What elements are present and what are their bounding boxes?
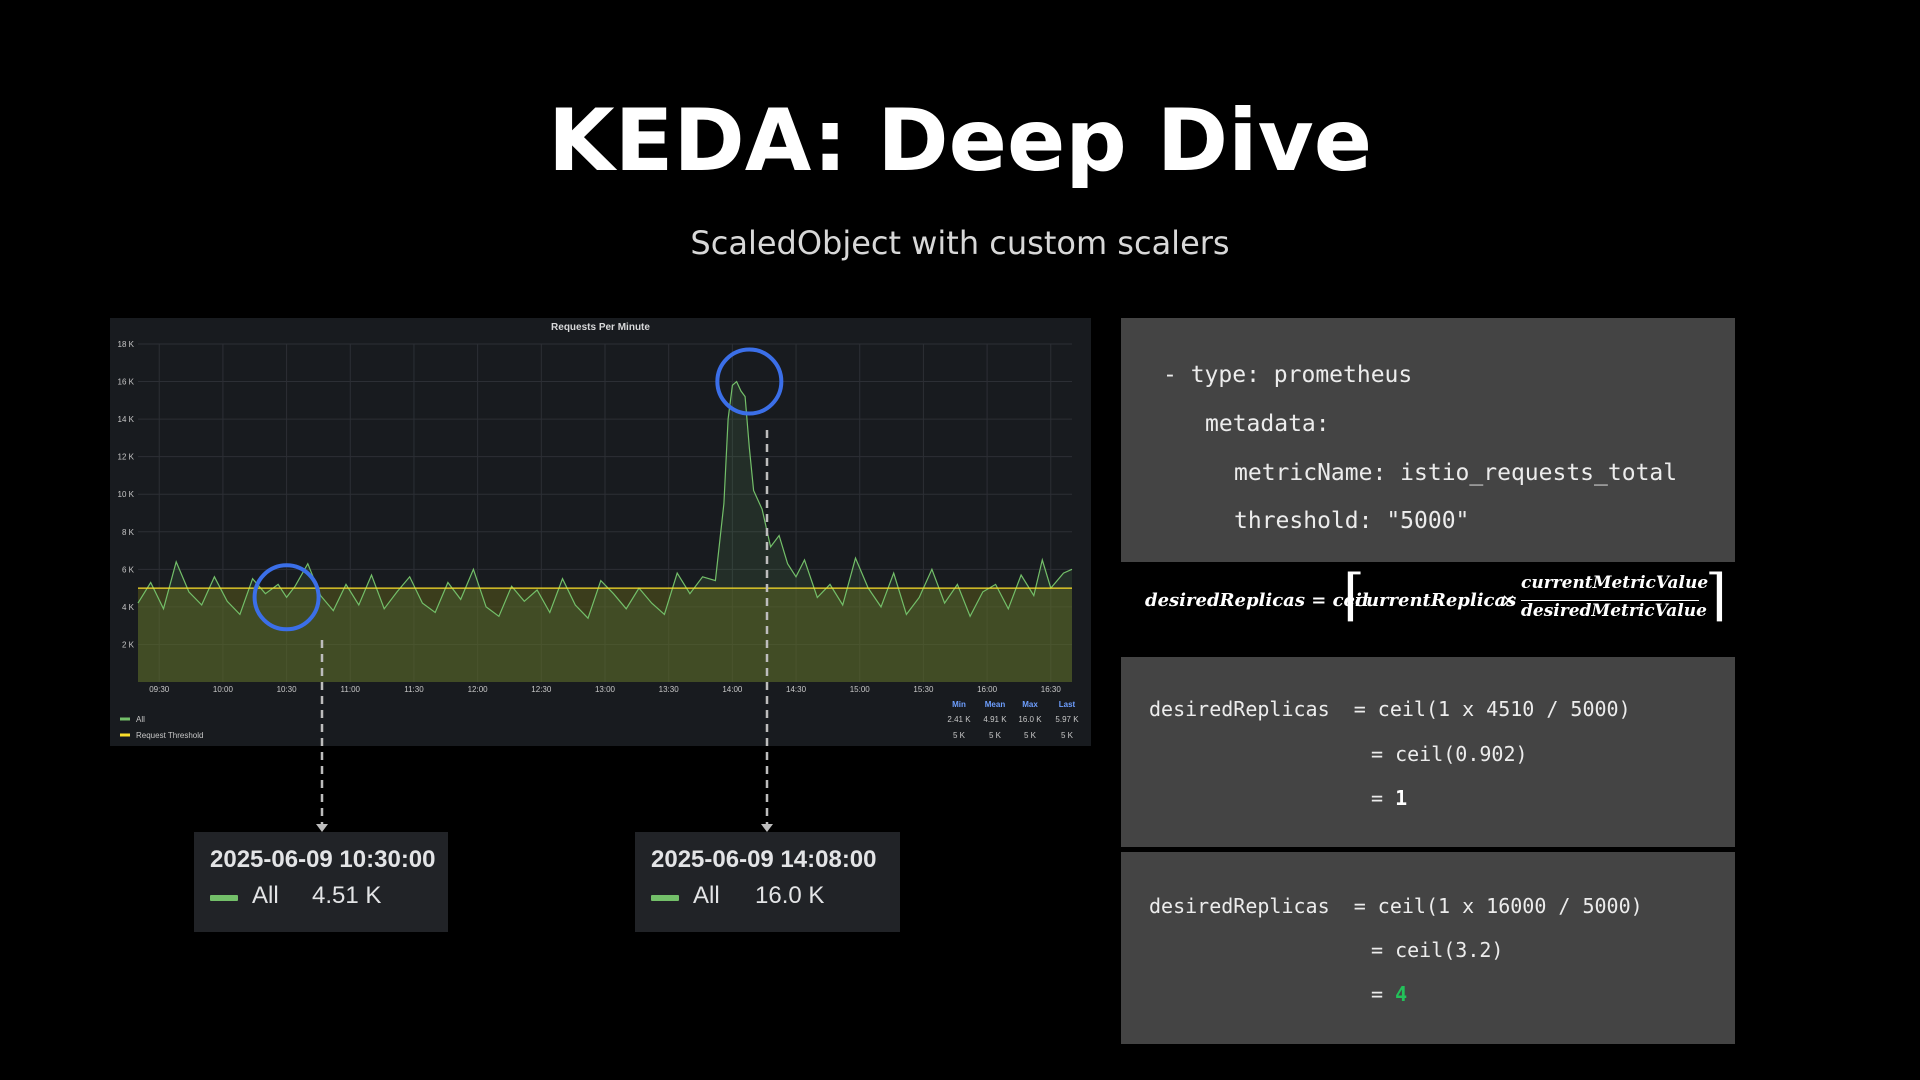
calc-block-high: desiredReplicas = ceil(1 x 16000 / 5000)… <box>1121 852 1735 1044</box>
x-tick-label: 10:00 <box>213 685 234 694</box>
y-tick-label: 10 K <box>118 490 135 499</box>
tooltip-series-name: All <box>693 882 720 909</box>
chart-panel: Requests Per Minute 2 K 4 K 6 K 8 K 10 K 12 K 1… <box>110 318 1091 746</box>
x-tick-label: 12:00 <box>468 685 489 694</box>
scaling-formula: desiredReplicas = ceil ⌈ currentReplicas… <box>1121 566 1735 638</box>
yaml-line-metricname: metricName: istio_requests_total <box>1234 460 1678 486</box>
calc-line-2: = ceil(0.902) <box>1371 742 1528 766</box>
yaml-line-type: - type: prometheus <box>1163 362 1413 388</box>
slide-subtitle: ScaledObject with custom scalers <box>690 224 1230 262</box>
legend-label-threshold: Request Threshold <box>136 731 203 740</box>
x-tick-label: 11:00 <box>341 685 361 694</box>
x-tick-label: 09:30 <box>149 685 170 694</box>
calc-result: 4 <box>1395 982 1408 1006</box>
legend-stat-value: 5 K <box>953 731 966 740</box>
connector-arrow-2 <box>761 824 773 832</box>
legend-stat-value: 5 K <box>1024 731 1037 740</box>
x-tick-label: 14:00 <box>722 685 743 694</box>
calc-eq: = <box>1371 982 1396 1006</box>
tooltip-timestamp: 2025-06-09 14:08:00 <box>651 846 877 873</box>
tooltip-1408: 2025-06-09 14:08:00 All 16.0 K <box>635 832 900 932</box>
x-tick-label: 10:30 <box>277 685 298 694</box>
x-tick-label: 16:30 <box>1041 685 1062 694</box>
calc-result: 1 <box>1395 786 1408 810</box>
formula-numerator: currentMetricValue <box>1521 573 1709 593</box>
legend-stat-value: 2.41 K <box>947 715 971 724</box>
legend-stat-value: 5 K <box>989 731 1002 740</box>
x-tick-label: 11:30 <box>404 685 424 694</box>
legend-stat-value: 5 K <box>1061 731 1074 740</box>
yaml-code-block: - type: prometheus metadata: metricName:… <box>1121 318 1735 562</box>
x-tick-label: 15:00 <box>850 685 871 694</box>
tooltip-1030: 2025-06-09 10:30:00 All 4.51 K <box>194 832 448 932</box>
calc-line-2: = ceil(3.2) <box>1371 938 1504 962</box>
calc-block-low: desiredReplicas = ceil(1 x 4510 / 5000) … <box>1121 657 1735 847</box>
yaml-line-metadata: metadata: <box>1205 411 1330 437</box>
y-tick-label: 18 K <box>118 340 135 349</box>
series-swatch <box>210 895 238 901</box>
legend-stat-header: Mean <box>985 700 1006 709</box>
connector-arrow-1 <box>316 824 328 832</box>
x-tick-label: 12:30 <box>531 685 552 694</box>
legend-stat-value: 16.0 K <box>1018 715 1042 724</box>
series-swatch <box>651 895 679 901</box>
y-tick-label: 12 K <box>118 453 135 462</box>
legend-stat-header: Max <box>1022 700 1038 709</box>
x-tick-label: 13:00 <box>595 685 616 694</box>
y-tick-label: 16 K <box>118 378 135 387</box>
tooltip-value: 4.51 K <box>312 882 382 909</box>
calc-line-1: desiredReplicas = ceil(1 x 4510 / 5000) <box>1149 697 1631 721</box>
legend-stat-header: Last <box>1059 700 1076 709</box>
calc-line-1: desiredReplicas = ceil(1 x 16000 / 5000) <box>1149 894 1643 918</box>
formula-lhs: desiredReplicas = ceil <box>1145 590 1369 611</box>
chart-title: Requests Per Minute <box>551 322 650 333</box>
calc-line-3: = 1 <box>1371 786 1407 810</box>
tooltip-value: 16.0 K <box>755 882 825 909</box>
legend-label-all: All <box>136 715 145 724</box>
formula-times: × <box>1501 590 1517 611</box>
y-tick-label: 6 K <box>122 565 135 574</box>
tooltip-timestamp: 2025-06-09 10:30:00 <box>210 846 436 873</box>
right-ceil-bracket: ⌉ <box>1705 563 1727 628</box>
formula-current-replicas: currentReplicas <box>1355 590 1517 611</box>
calc-eq: = <box>1371 786 1396 810</box>
tooltip-series-name: All <box>252 882 279 909</box>
x-tick-label: 14:30 <box>786 685 807 694</box>
y-tick-label: 8 K <box>122 528 135 537</box>
y-tick-label: 2 K <box>122 640 135 649</box>
formula-denominator: desiredMetricValue <box>1521 601 1707 621</box>
x-tick-label: 16:00 <box>977 685 998 694</box>
legend-stat-value: 5.97 K <box>1055 715 1079 724</box>
x-tick-label: 15:30 <box>913 685 934 694</box>
legend-stat-header: Min <box>952 700 966 709</box>
requests-chart: Requests Per Minute 2 K 4 K 6 K 8 K 10 K 12 K 1… <box>118 322 1080 740</box>
slide-title: KEDA: Deep Dive <box>547 91 1373 191</box>
yaml-line-threshold: threshold: "5000" <box>1234 508 1470 534</box>
x-tick-label: 13:30 <box>659 685 680 694</box>
calc-line-3: = 4 <box>1371 982 1407 1006</box>
legend-stat-value: 4.91 K <box>983 715 1007 724</box>
y-tick-label: 4 K <box>122 603 135 612</box>
y-tick-label: 14 K <box>118 415 135 424</box>
